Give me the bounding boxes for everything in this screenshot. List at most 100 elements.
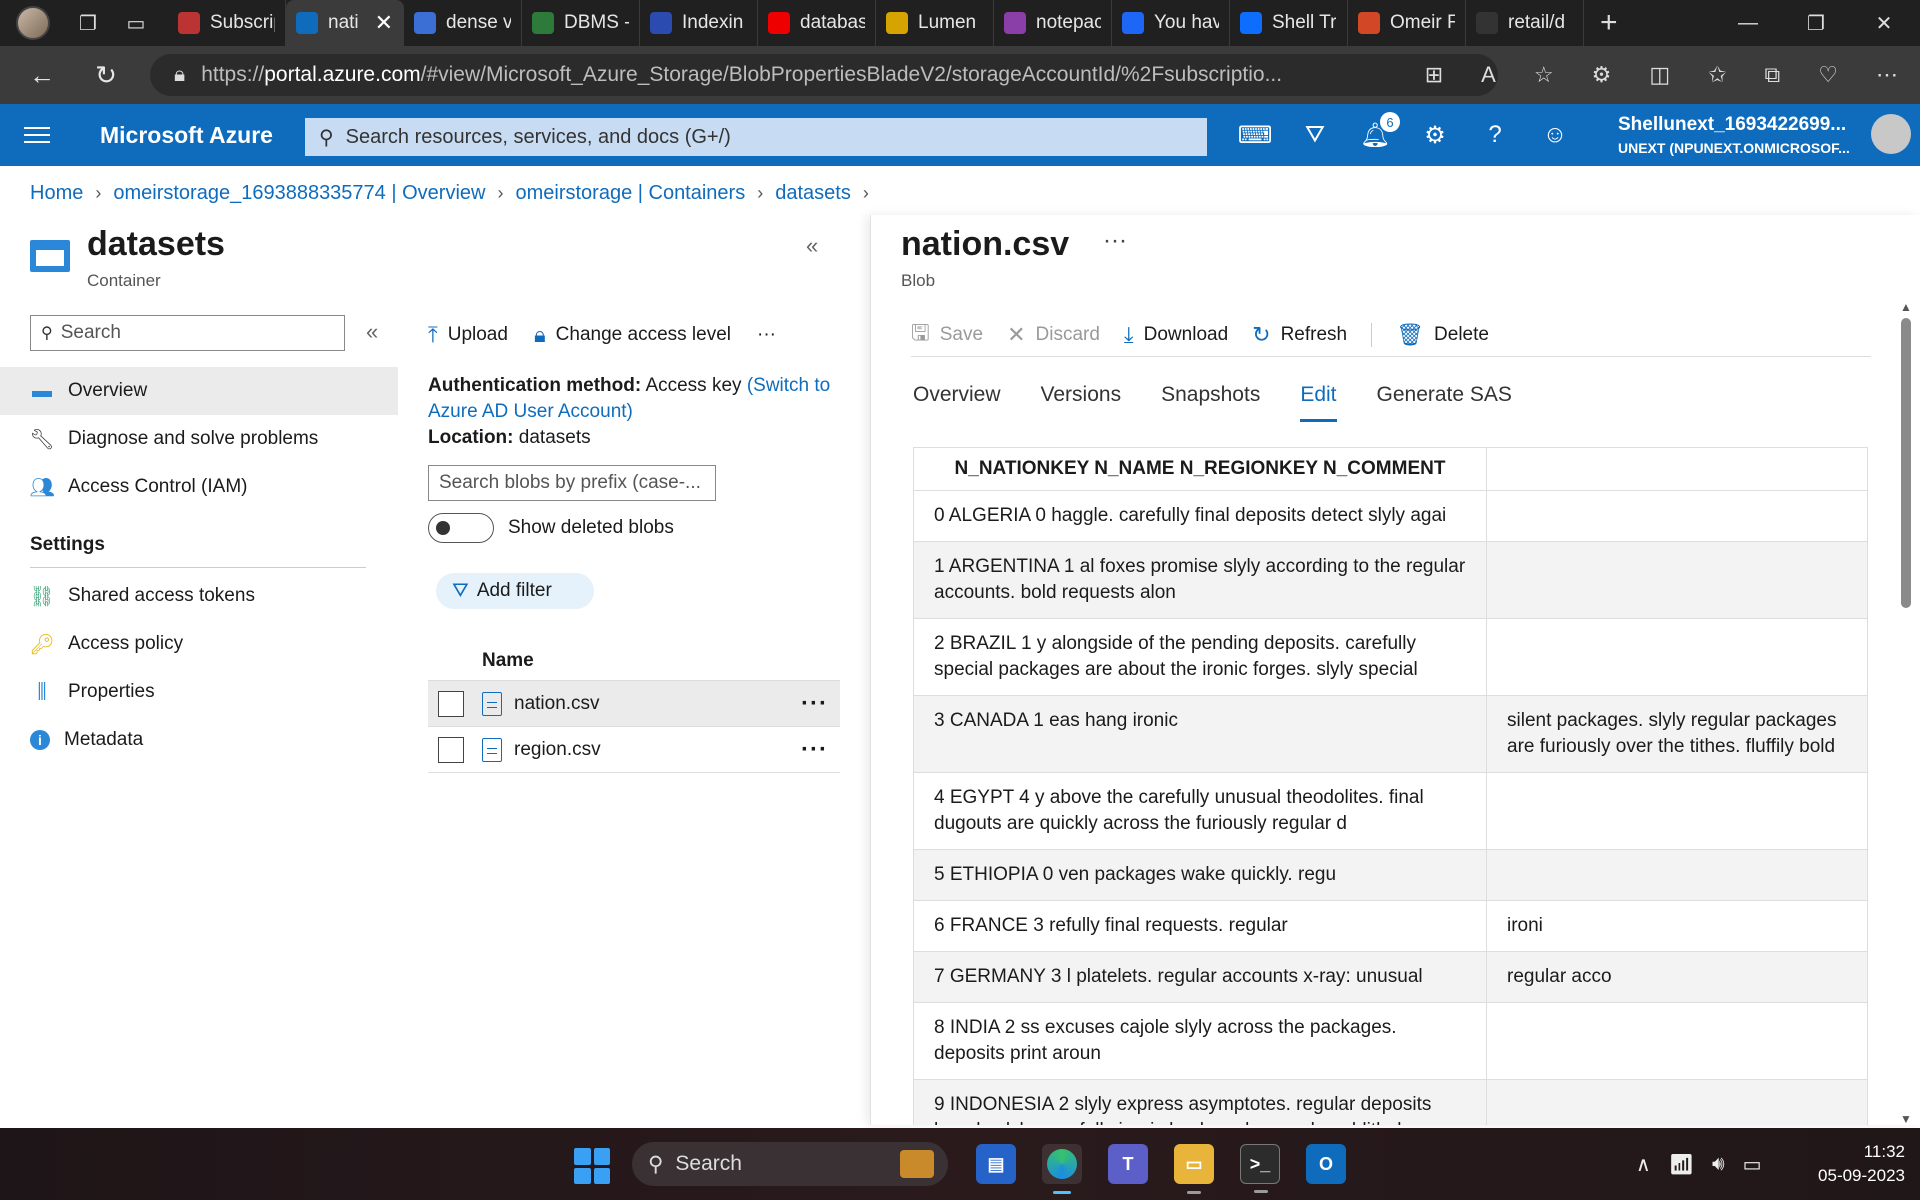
directory-filter-icon[interactable]: ⛛ [1300,120,1330,150]
csv-cell[interactable] [1486,1002,1868,1080]
row-more-icon[interactable]: ··· [801,736,828,764]
volume-icon[interactable]: 🔊︎ [1712,1153,1725,1176]
menu-item-iam[interactable]: 👥︎ Access Control (IAM) [0,463,398,511]
favorite-star-icon[interactable]: ☆ [1534,62,1554,88]
settings-gear-icon[interactable]: ⚙ [1420,120,1450,150]
workspaces-icon[interactable]: ❐ [72,7,104,39]
blob-row[interactable]: region.csv ··· [428,727,840,773]
close-tab-icon[interactable]: ✕ [371,10,393,36]
read-aloud-icon[interactable]: A [1481,62,1496,88]
browser-profile-avatar[interactable] [16,6,50,40]
browser-tab[interactable]: Shell Tr [1230,0,1348,46]
blob-name[interactable]: region.csv [514,739,601,761]
collapse-blade-icon[interactable]: « [806,233,818,259]
menu-item-properties[interactable]: ⫼ Properties [0,668,398,716]
csv-cell[interactable] [1486,772,1868,850]
blob-more-icon[interactable]: ··· [1103,227,1127,255]
breadcrumb-storage-overview[interactable]: omeirstorage_1693888335774 | Overview [113,182,485,205]
reload-button[interactable]: ↻ [84,53,128,97]
notepad-app-icon[interactable]: ▤ [976,1144,1016,1184]
browser-tab[interactable]: Indexin [640,0,758,46]
browser-tab[interactable]: notepac [994,0,1112,46]
change-access-level-button[interactable]: 🔒︎ Change access level [534,322,731,348]
help-icon[interactable]: ? [1480,120,1510,150]
collapse-menu-icon[interactable]: « [366,319,378,345]
browser-tab[interactable]: Omeir F [1348,0,1466,46]
new-tab-button[interactable]: + [1600,6,1618,40]
name-column-header[interactable]: Name [482,650,534,672]
csv-cell[interactable]: ironi [1486,900,1868,952]
menu-item-overview[interactable]: ▬ Overview [0,367,398,415]
tab-edit[interactable]: Edit [1300,383,1337,422]
csv-cell[interactable] [1486,849,1868,901]
browser-tab[interactable]: nati ✕ [286,0,404,46]
edge-app-icon[interactable] [1042,1144,1082,1194]
menu-item-shared-access-tokens[interactable]: ⛓ Shared access tokens [0,572,398,620]
scroll-down-icon[interactable]: ▼ [1900,1112,1912,1126]
csv-cell[interactable]: 0 ALGERIA 0 haggle. carefully final depo… [913,490,1487,542]
favorites-icon[interactable]: ✩ [1708,62,1726,88]
menu-item-metadata[interactable]: i Metadata [0,716,398,764]
csv-header-cell[interactable] [1486,447,1868,491]
browser-tab[interactable]: retail/d [1466,0,1584,46]
more-actions-button[interactable]: ··· [757,324,776,346]
upload-button[interactable]: ⤒ Upload [428,322,508,348]
discard-button[interactable]: ✕ Discard [1007,322,1100,348]
scroll-up-icon[interactable]: ▲ [1900,300,1912,314]
csv-cell[interactable]: regular acco [1486,951,1868,1003]
system-clock[interactable]: 11:32 05-09-2023 [1795,1140,1905,1188]
save-button[interactable]: 🖫︎ Save [911,316,983,354]
more-icon[interactable]: ⋯ [1876,62,1898,88]
delete-button[interactable]: 🗑︎ Delete [1396,322,1489,348]
csv-cell[interactable]: 2 BRAZIL 1 y alongside of the pending de… [913,618,1487,696]
account-avatar[interactable] [1871,114,1911,154]
extensions-icon[interactable]: ⚙ [1592,62,1612,88]
minimize-button[interactable]: — [1714,0,1782,46]
csv-cell[interactable] [1486,618,1868,696]
browser-tab[interactable]: dense v [404,0,522,46]
vertical-scrollbar[interactable]: ▲ ▼ [1900,300,1912,1126]
azure-brand[interactable]: Microsoft Azure [100,122,273,149]
download-button[interactable]: ⤓ Download [1124,322,1228,348]
cloud-shell-icon[interactable]: ⌨ [1238,120,1273,150]
menu-item-access-policy[interactable]: 🔑︎ Access policy [0,620,398,668]
feedback-icon[interactable]: ☺ [1540,120,1570,150]
menu-item-diagnose[interactable]: 🔧︎ Diagnose and solve problems [0,415,398,463]
csv-cell[interactable] [1486,1079,1868,1125]
start-button[interactable] [574,1148,610,1184]
browser-tab[interactable]: You hav [1112,0,1230,46]
blob-prefix-search-input[interactable]: Search blobs by prefix (case-... [428,465,716,501]
scrollbar-thumb[interactable] [1901,318,1911,608]
csv-header-cell[interactable]: N_NATIONKEY N_NAME N_REGIONKEY N_COMMENT [913,447,1487,491]
csv-cell[interactable]: 9 INDONESIA 2 slyly express asymptotes. … [913,1079,1487,1125]
notifications-bell-icon[interactable]: 🔔︎ 6 [1360,112,1400,150]
teams-app-icon[interactable]: T [1108,1144,1148,1184]
refresh-button[interactable]: ↻ Refresh [1252,322,1347,348]
wifi-icon[interactable]: 📶︎ [1669,1152,1694,1177]
csv-cell[interactable]: 6 FRANCE 3 refully final requests. regul… [913,900,1487,952]
breadcrumb-datasets[interactable]: datasets [775,182,851,205]
csv-cell[interactable]: silent packages. slyly regular packages … [1486,695,1868,773]
back-button[interactable]: ← [20,53,64,97]
browser-tab[interactable]: databas [758,0,876,46]
azure-search-input[interactable]: ⚲ Search resources, services, and docs (… [305,118,1207,156]
csv-cell[interactable]: 5 ETHIOPIA 0 ven packages wake quickly. … [913,849,1487,901]
collections-icon[interactable]: ⧉ [1765,62,1781,88]
csv-cell[interactable]: 4 EGYPT 4 y above the carefully unusual … [913,772,1487,850]
account-info[interactable]: Shellunext_1693422699... UNEXT (NPUNEXT.… [1618,114,1850,156]
row-checkbox[interactable] [438,690,464,717]
breadcrumb-containers[interactable]: omeirstorage | Containers [515,182,745,205]
blob-row[interactable]: nation.csv ··· [428,681,840,727]
tab-actions-icon[interactable]: ▭ [120,7,152,39]
breadcrumb-home[interactable]: Home [30,182,83,205]
tab-generate-sas[interactable]: Generate SAS [1377,383,1512,422]
portal-menu-icon[interactable] [24,122,50,148]
browser-tab[interactable]: Lumen [876,0,994,46]
menu-search-input[interactable]: ⚲ Search [30,315,345,351]
battery-icon[interactable]: ▭ [1743,1152,1762,1177]
outlook-app-icon[interactable]: O [1306,1144,1346,1184]
tab-versions[interactable]: Versions [1041,383,1122,422]
taskbar-search[interactable]: ⚲ Search [632,1142,948,1186]
show-deleted-toggle[interactable] [428,513,494,543]
close-window-button[interactable]: ✕ [1850,0,1918,46]
